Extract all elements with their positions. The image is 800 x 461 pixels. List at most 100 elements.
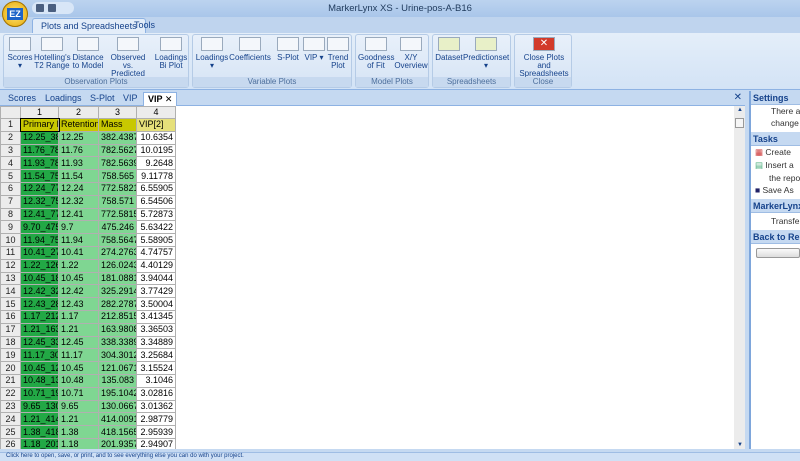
cell[interactable]: 1.21 bbox=[58, 322, 99, 337]
header-cell[interactable]: VIP[2] bbox=[136, 118, 176, 132]
cell[interactable]: 121.0671 bbox=[98, 361, 137, 375]
column-header[interactable]: 4 bbox=[136, 106, 176, 119]
cell[interactable]: 3.50004 bbox=[136, 297, 176, 311]
doc-tab-loadings[interactable]: Loadings bbox=[45, 93, 82, 103]
cell[interactable]: 12.41_772 bbox=[20, 207, 59, 222]
row-header[interactable]: 3 bbox=[0, 143, 21, 158]
cell[interactable]: 338.3389 bbox=[98, 335, 137, 350]
row-header[interactable]: 4 bbox=[0, 156, 21, 171]
cell[interactable]: 10.71_195 bbox=[20, 386, 59, 401]
cell[interactable]: 3.36503 bbox=[136, 322, 176, 337]
task-insert[interactable]: ▤ Insert a bbox=[751, 159, 800, 172]
scroll-down-icon[interactable]: ▼ bbox=[737, 442, 743, 448]
close-plots-button[interactable]: ✕ Close Plots and Spreadsheets bbox=[517, 37, 571, 78]
back-to-report-button[interactable] bbox=[756, 248, 800, 258]
row-header[interactable]: 19 bbox=[0, 348, 21, 363]
doc-tab-vip-active[interactable]: VIP ✕ bbox=[143, 92, 178, 106]
cell[interactable]: 5.63422 bbox=[136, 220, 176, 235]
cell[interactable]: 10.45 bbox=[58, 361, 99, 375]
cell[interactable]: 12.25 bbox=[58, 130, 99, 145]
cell[interactable]: 1.21 bbox=[58, 412, 99, 427]
row-header[interactable]: 5 bbox=[0, 169, 21, 183]
dataset-button[interactable]: Dataset bbox=[435, 37, 463, 62]
cell[interactable]: 304.3012 bbox=[98, 348, 137, 363]
cell[interactable]: 6.55905 bbox=[136, 181, 176, 196]
cell[interactable]: 1.22 bbox=[58, 258, 99, 273]
cell[interactable]: 10.45 bbox=[58, 271, 99, 286]
cell[interactable]: 12.43_282 bbox=[20, 297, 59, 311]
column-header[interactable]: 1 bbox=[20, 106, 59, 119]
cell[interactable]: 1.22_126 bbox=[20, 258, 59, 273]
row-header[interactable]: 9 bbox=[0, 220, 21, 235]
cell[interactable]: 3.34889 bbox=[136, 335, 176, 350]
cell[interactable]: 12.45 bbox=[58, 335, 99, 350]
cell[interactable]: 11.54 bbox=[58, 169, 99, 183]
cell[interactable]: 11.76_782 bbox=[20, 143, 59, 158]
cell[interactable]: 9.2648 bbox=[136, 156, 176, 171]
cell[interactable]: 2.94907 bbox=[136, 437, 176, 449]
cell[interactable]: 10.0195 bbox=[136, 143, 176, 158]
row-header[interactable]: 25 bbox=[0, 425, 21, 439]
row-header[interactable]: 7 bbox=[0, 194, 21, 209]
cell[interactable]: 10.41_274 bbox=[20, 245, 59, 260]
scroll-up-icon[interactable]: ▲ bbox=[737, 107, 743, 113]
cell[interactable]: 181.0881 bbox=[98, 271, 137, 286]
transfer-link[interactable]: Transfer bbox=[751, 213, 800, 230]
row-header[interactable]: 21 bbox=[0, 373, 21, 388]
cell[interactable]: 4.40129 bbox=[136, 258, 176, 273]
row-header[interactable]: 15 bbox=[0, 297, 21, 311]
cell[interactable]: 10.6354 bbox=[136, 130, 176, 145]
cell[interactable]: 3.02816 bbox=[136, 386, 176, 401]
cell[interactable]: 12.32 bbox=[58, 194, 99, 209]
cell[interactable]: 135.083 bbox=[98, 373, 137, 388]
scroll-thumb[interactable] bbox=[735, 118, 744, 128]
row-header[interactable]: 12 bbox=[0, 258, 21, 273]
row-header[interactable]: 24 bbox=[0, 412, 21, 427]
cell[interactable]: 2.95939 bbox=[136, 425, 176, 439]
cell[interactable]: 6.54506 bbox=[136, 194, 176, 209]
cell[interactable]: 12.25_382 bbox=[20, 130, 59, 145]
doc-tab-scores[interactable]: Scores bbox=[8, 93, 36, 103]
cell[interactable]: 758.571 bbox=[98, 194, 137, 209]
cell[interactable]: 9.70_475 bbox=[20, 220, 59, 235]
header-cell[interactable]: Mass bbox=[98, 118, 137, 132]
row-header[interactable]: 14 bbox=[0, 284, 21, 299]
cell[interactable]: 212.8515 bbox=[98, 309, 137, 324]
cell[interactable]: 3.41345 bbox=[136, 309, 176, 324]
cell[interactable]: 2.98779 bbox=[136, 412, 176, 427]
cell[interactable]: 11.94 bbox=[58, 233, 99, 247]
loadings-bi-plot-button[interactable]: Loadings Bi Plot bbox=[154, 37, 188, 70]
cell[interactable]: 475.246 bbox=[98, 220, 137, 235]
row-header[interactable]: 17 bbox=[0, 322, 21, 337]
cell[interactable]: 12.42_325 bbox=[20, 284, 59, 299]
cell[interactable]: 3.1046 bbox=[136, 373, 176, 388]
cell[interactable]: 4.74757 bbox=[136, 245, 176, 260]
cell[interactable]: 10.41 bbox=[58, 245, 99, 260]
cell[interactable]: 282.2787 bbox=[98, 297, 137, 311]
goodness-of-fit-button[interactable]: Goodness of Fit bbox=[358, 37, 394, 70]
cell[interactable]: 11.76 bbox=[58, 143, 99, 158]
cell[interactable]: 11.93_782 bbox=[20, 156, 59, 171]
cell[interactable]: 1.21_414 bbox=[20, 412, 59, 427]
task-create[interactable]: ▦ Create bbox=[751, 146, 800, 159]
cell[interactable]: 126.0243 bbox=[98, 258, 137, 273]
close-document-icon[interactable]: ✕ bbox=[734, 92, 742, 103]
cell[interactable]: 10.48_135 bbox=[20, 373, 59, 388]
row-header[interactable]: 11 bbox=[0, 245, 21, 260]
cell[interactable]: 5.58905 bbox=[136, 233, 176, 247]
cell[interactable]: 12.42 bbox=[58, 284, 99, 299]
trend-plot-button[interactable]: Trend Plot bbox=[325, 37, 351, 70]
row-header[interactable]: 10 bbox=[0, 233, 21, 247]
row-header[interactable]: 23 bbox=[0, 399, 21, 414]
row-header[interactable]: 1 bbox=[0, 118, 21, 132]
cell[interactable]: 10.48 bbox=[58, 373, 99, 388]
column-header[interactable]: 3 bbox=[98, 106, 137, 119]
cell[interactable]: 3.01362 bbox=[136, 399, 176, 414]
cell[interactable]: 274.2763 bbox=[98, 245, 137, 260]
row-header[interactable]: 26 bbox=[0, 437, 21, 449]
cell[interactable]: 3.25684 bbox=[136, 348, 176, 363]
cell[interactable]: 5.72873 bbox=[136, 207, 176, 222]
row-header[interactable]: 16 bbox=[0, 309, 21, 324]
cell[interactable]: 12.43 bbox=[58, 297, 99, 311]
cell[interactable]: 10.71 bbox=[58, 386, 99, 401]
